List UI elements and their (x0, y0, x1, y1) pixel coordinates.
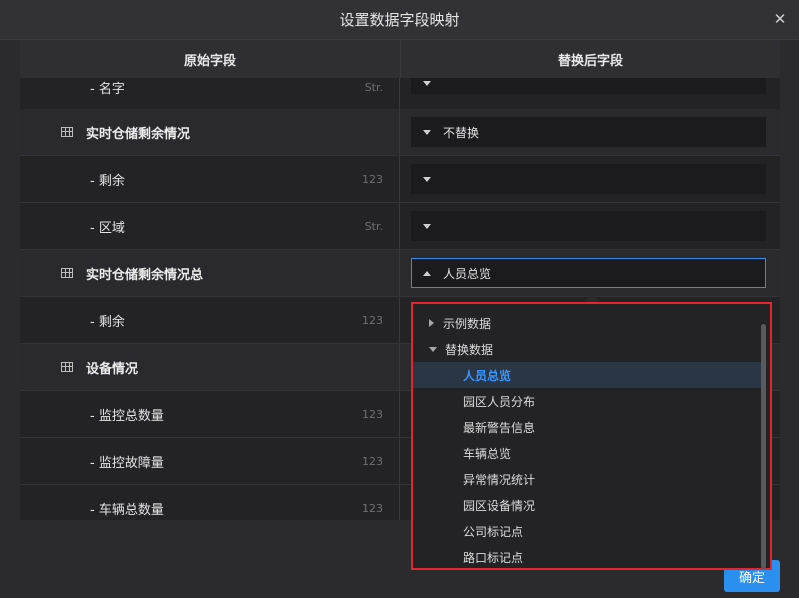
field-name: - 车辆总数量 (90, 502, 164, 518)
chevron-down-icon (423, 129, 431, 135)
replace-field-select[interactable] (411, 211, 766, 241)
field-type: 123 (362, 454, 383, 468)
column-header-replaced: 替换后字段 (557, 53, 623, 69)
table-row: - 区域 Str. (20, 203, 780, 250)
chevron-down-icon (423, 176, 431, 182)
replace-field-dropdown: 示例数据 替换数据 人员总览 园区人员分布 最新警告信息 车辆总览 异常情况统计… (411, 302, 772, 570)
tree-folder-replace-data[interactable]: 替换数据 (413, 336, 763, 362)
table-icon (61, 127, 73, 137)
replace-field-select-open[interactable]: 人员总览 (411, 258, 766, 288)
dropdown-option[interactable]: 车辆总览 (413, 440, 763, 466)
table-header: 原始字段 替换后字段 (20, 40, 780, 78)
field-type: 123 (362, 172, 383, 186)
group-name: 设备情况 (86, 361, 139, 377)
dialog-titlebar: 设置数据字段映射 ✕ (0, 0, 799, 40)
dropdown-option[interactable]: 异常情况统计 (413, 466, 763, 492)
dropdown-option[interactable]: 公司标记点 (413, 518, 763, 544)
table-row-group: 实时仓储剩余情况总 人员总览 (20, 250, 780, 297)
table-icon (61, 268, 73, 278)
field-name: - 剩余 (90, 314, 125, 330)
column-header-original: 原始字段 (20, 40, 401, 78)
dropdown-scrollbar[interactable] (761, 324, 766, 569)
field-name: - 监控故障量 (90, 455, 164, 471)
field-type: Str. (364, 80, 383, 94)
dropdown-pointer (584, 294, 600, 302)
table-icon (61, 362, 73, 372)
replace-field-select[interactable] (411, 164, 766, 194)
field-type: 123 (362, 407, 383, 421)
field-name: - 区域 (90, 220, 125, 236)
field-name: - 监控总数量 (90, 408, 164, 424)
group-name: 实时仓储剩余情况 (86, 126, 191, 142)
dropdown-option[interactable]: 园区设备情况 (413, 492, 763, 518)
table-row: - 剩余 123 (20, 156, 780, 203)
close-icon[interactable]: ✕ (771, 10, 789, 28)
field-type: Str. (364, 219, 383, 233)
chevron-up-icon (423, 270, 431, 276)
tree-folder-sample-data[interactable]: 示例数据 (413, 310, 763, 336)
caret-down-icon (429, 346, 437, 352)
field-type: 123 (362, 313, 383, 327)
field-type: 123 (362, 501, 383, 515)
dropdown-option[interactable]: 园区人员分布 (413, 388, 763, 414)
dropdown-option-selected[interactable]: 人员总览 (413, 362, 763, 388)
replace-field-select[interactable]: 不替换 (411, 117, 766, 147)
field-name: - 名字 (90, 81, 125, 97)
caret-right-icon (429, 319, 434, 327)
dropdown-option[interactable]: 路口标记点 (413, 544, 763, 570)
dropdown-option[interactable]: 最新警告信息 (413, 414, 763, 440)
dialog-title: 设置数据字段映射 (339, 11, 460, 29)
chevron-down-icon (423, 80, 431, 86)
chevron-down-icon (423, 223, 431, 229)
group-name: 实时仓储剩余情况总 (86, 267, 204, 283)
table-row-group: 实时仓储剩余情况 不替换 (20, 109, 780, 156)
field-name: - 剩余 (90, 173, 125, 189)
